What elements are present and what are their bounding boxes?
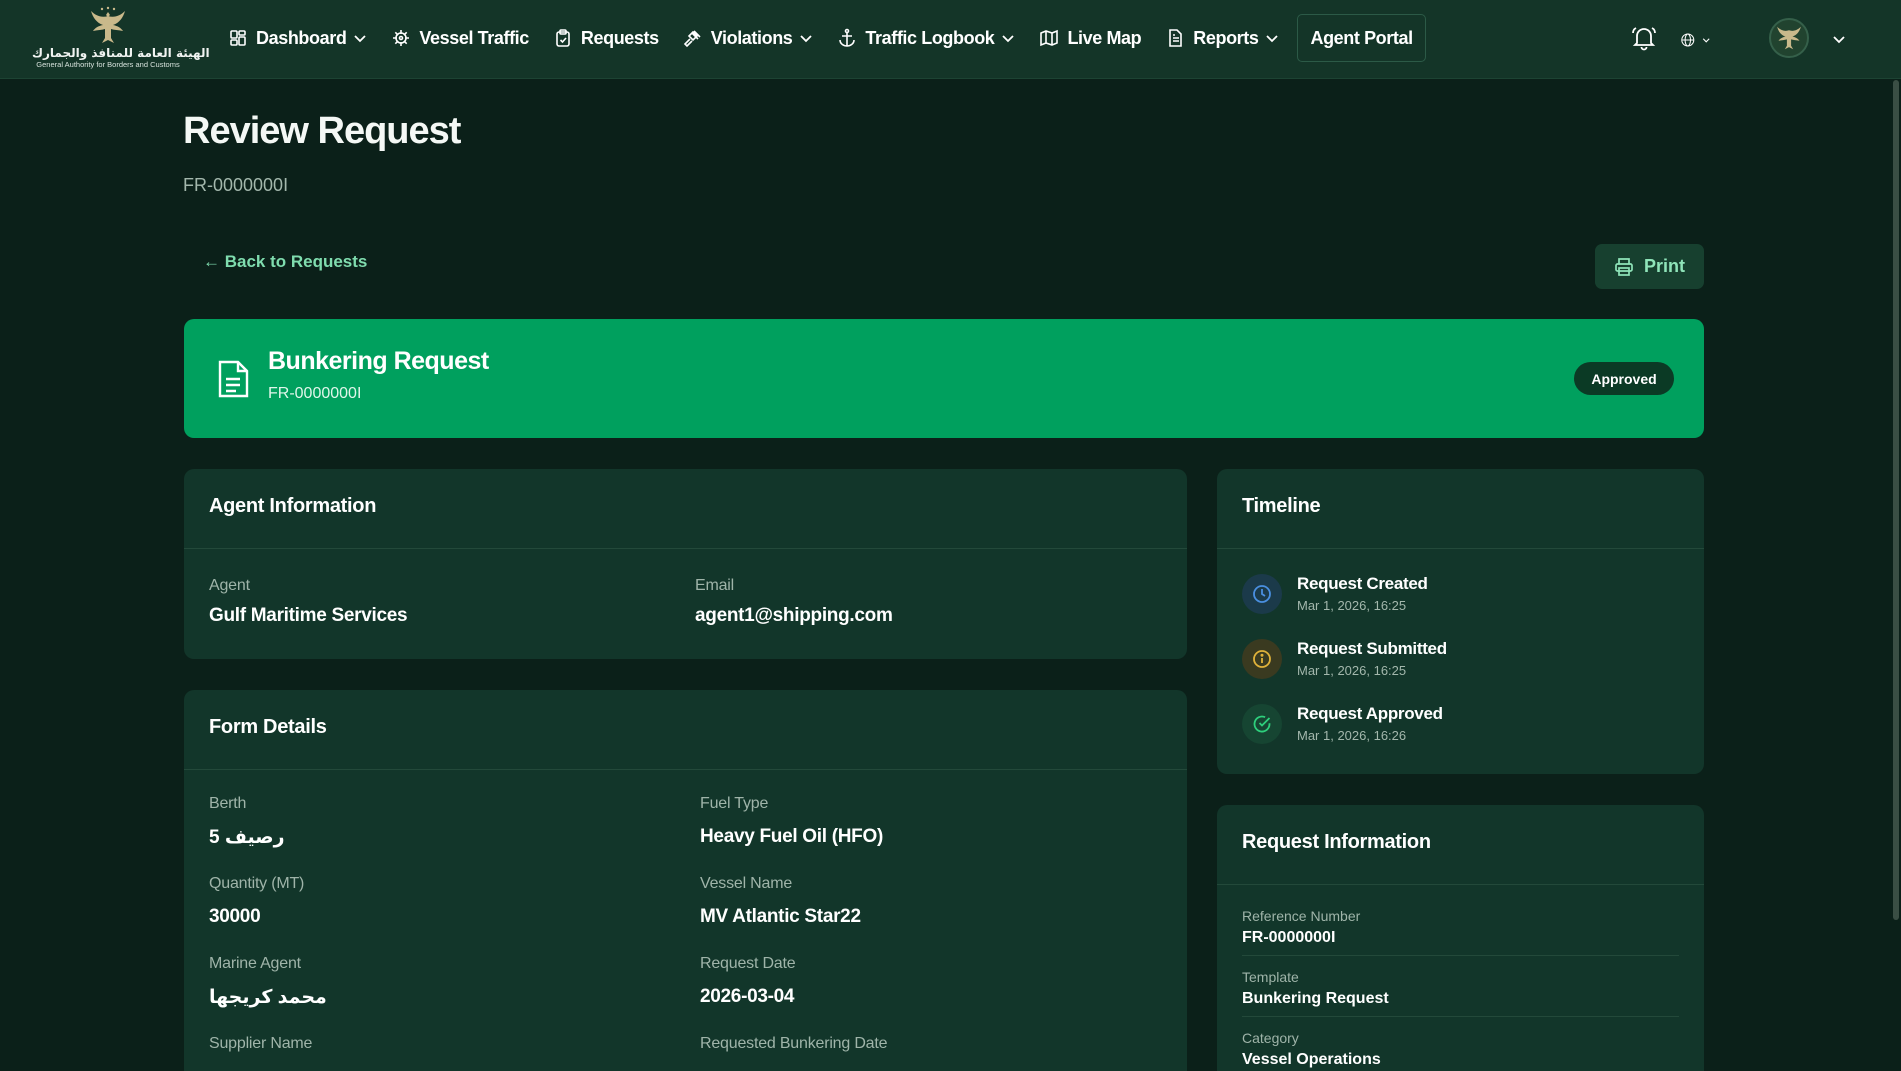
timeline-title: Request Submitted xyxy=(1297,639,1447,658)
timeline-title: Request Created xyxy=(1297,574,1428,593)
email-value: agent1@shipping.com xyxy=(695,605,893,626)
chevron-down-icon xyxy=(353,31,367,45)
authority-logo[interactable]: الهيئة العامة للمنافذ والجمارك General A… xyxy=(32,6,210,76)
printer-icon xyxy=(1615,257,1633,276)
nav-reports[interactable]: Reports xyxy=(1155,14,1289,62)
logo-english-text: General Authority for Borders and Custom… xyxy=(36,60,180,69)
timeline-time: Mar 1, 2026, 16:25 xyxy=(1297,598,1407,613)
chevron-down-icon xyxy=(1001,31,1015,45)
divider xyxy=(1242,955,1679,956)
agent-label: Agent xyxy=(209,577,250,594)
nav-dashboard[interactable]: Dashboard xyxy=(218,14,377,62)
info-label: Template xyxy=(1242,969,1299,985)
chevron-down-icon xyxy=(1702,38,1710,43)
nav-vessel-traffic-label: Vessel Traffic xyxy=(419,27,529,48)
info-value: Bunkering Request xyxy=(1242,990,1389,1007)
info-label: Category xyxy=(1242,1030,1299,1046)
field-value: Heavy Fuel Oil (HFO) xyxy=(700,826,883,847)
nav-violations[interactable]: Violations xyxy=(673,14,824,62)
clipboard-icon xyxy=(553,28,573,48)
divider xyxy=(1242,1016,1679,1017)
timeline-title: Request Approved xyxy=(1297,704,1443,723)
field-label: Supplier Name xyxy=(209,1035,313,1052)
field-value: 30000 xyxy=(209,906,261,927)
eagle-emblem-icon xyxy=(1777,26,1801,50)
form-details-card: Form Details Berth رصيف 5 Fuel Type Heav… xyxy=(184,690,1187,1071)
nav-reports-label: Reports xyxy=(1193,27,1259,48)
map-icon xyxy=(1039,28,1059,48)
print-button-label: Print xyxy=(1643,256,1685,276)
nav-live-map[interactable]: Live Map xyxy=(1029,14,1151,62)
logo-arabic-text: الهيئة العامة للمنافذ والجمارك xyxy=(32,46,210,60)
field-label: Vessel Name xyxy=(700,875,793,892)
user-menu-chevron-icon[interactable] xyxy=(1831,31,1847,47)
check-circle-icon xyxy=(1242,704,1282,744)
agent-value: Gulf Maritime Services xyxy=(209,605,408,626)
user-avatar[interactable] xyxy=(1769,18,1809,58)
timeline-time: Mar 1, 2026, 16:25 xyxy=(1297,663,1407,678)
chevron-down-icon xyxy=(799,31,813,45)
eagle-emblem-icon xyxy=(91,6,125,43)
field-label: Berth xyxy=(209,795,247,812)
status-badge: Approved xyxy=(1574,362,1674,395)
anchor-icon xyxy=(837,28,857,48)
nav-violations-label: Violations xyxy=(710,27,793,48)
info-value: Vessel Operations xyxy=(1242,1051,1381,1068)
page-title: Review Request xyxy=(183,110,461,152)
back-to-requests-link[interactable]: ← Back to Requests xyxy=(203,252,367,272)
top-navbar: الهيئة العامة للمنافذ والجمارك General A… xyxy=(0,0,1901,79)
nav-dashboard-label: Dashboard xyxy=(256,27,347,48)
chevron-down-icon xyxy=(1265,31,1279,45)
field-label: Request Date xyxy=(700,955,796,972)
nav-traffic-logbook-label: Traffic Logbook xyxy=(865,27,995,48)
agent-information-card: Agent Information Agent Gulf Maritime Se… xyxy=(184,469,1187,659)
info-icon xyxy=(1242,639,1282,679)
notifications-bell-icon[interactable] xyxy=(1630,24,1658,52)
main-nav: Dashboard Vessel Traffic Requests Violat… xyxy=(218,14,1430,62)
field-label: Fuel Type xyxy=(700,795,769,812)
info-label: Reference Number xyxy=(1242,908,1361,924)
info-value: FR-0000000I xyxy=(1242,929,1336,946)
globe-icon xyxy=(1681,33,1695,47)
page-scrollbar[interactable] xyxy=(1893,80,1899,920)
language-switcher[interactable] xyxy=(1680,26,1710,54)
form-details-heading: Form Details xyxy=(184,690,1187,770)
nav-traffic-logbook[interactable]: Traffic Logbook xyxy=(827,14,1025,62)
field-value: MV Atlantic Star22 xyxy=(700,906,861,927)
timeline-item: Request Created Mar 1, 2026, 16:25 xyxy=(1242,570,1682,618)
field-value: رصيف 5 xyxy=(209,827,285,848)
nav-agent-portal-label: Agent Portal xyxy=(1310,27,1413,48)
nav-live-map-label: Live Map xyxy=(1067,27,1142,48)
agent-information-heading: Agent Information xyxy=(184,469,1187,549)
email-label: Email xyxy=(695,577,735,594)
report-icon xyxy=(1165,28,1185,48)
nav-requests-label: Requests xyxy=(580,27,659,48)
timeline-item: Request Submitted Mar 1, 2026, 16:25 xyxy=(1242,635,1682,683)
request-information-heading: Request Information xyxy=(1217,805,1704,885)
field-label: Marine Agent xyxy=(209,955,301,972)
nav-requests[interactable]: Requests xyxy=(543,14,669,62)
field-value: محمد كريجها xyxy=(209,987,327,1008)
request-type-title: Bunkering Request xyxy=(268,347,489,375)
gavel-icon xyxy=(683,28,703,48)
field-label: Quantity (MT) xyxy=(209,875,305,892)
page-reference: FR-0000000I xyxy=(183,175,289,195)
dashboard-icon xyxy=(228,28,248,48)
clock-icon xyxy=(1242,574,1282,614)
field-value: 2026-03-04 xyxy=(700,986,795,1007)
document-icon xyxy=(216,359,250,404)
nav-vessel-traffic[interactable]: Vessel Traffic xyxy=(381,14,538,62)
timeline-heading: Timeline xyxy=(1217,469,1704,549)
timeline-time: Mar 1, 2026, 16:26 xyxy=(1297,728,1407,743)
timeline-card: Timeline Request Created Mar 1, 2026, 16… xyxy=(1217,469,1704,774)
helm-icon xyxy=(391,28,411,48)
print-button[interactable]: Print xyxy=(1595,244,1704,289)
timeline-item: Request Approved Mar 1, 2026, 16:26 xyxy=(1242,700,1682,748)
request-status-banner: Bunkering Request FR-0000000I Approved xyxy=(184,319,1704,438)
field-label: Requested Bunkering Date xyxy=(700,1035,888,1052)
request-information-card: Request Information Reference Number FR-… xyxy=(1217,805,1704,1071)
nav-agent-portal[interactable]: Agent Portal xyxy=(1297,14,1426,62)
request-reference: FR-0000000I xyxy=(268,385,362,402)
